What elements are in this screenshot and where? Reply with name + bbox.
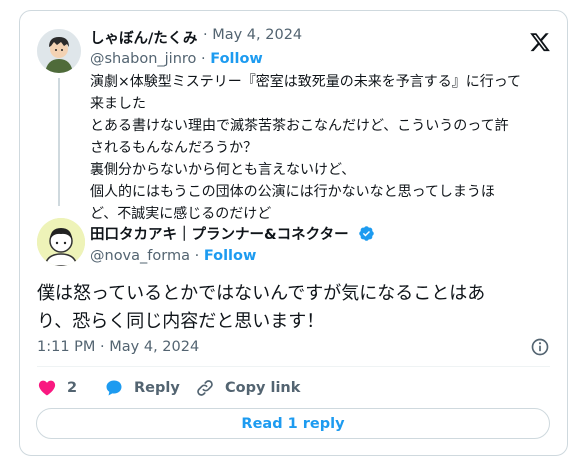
quoted-text-line: 演劇×体験型ミステリー『密室は致死量の未来を予言する』に行って	[90, 74, 522, 90]
quoted-text-line: ど、不誠実に感じるのだけど	[90, 206, 272, 222]
divider	[37, 366, 550, 367]
quoted-handle-row: @shabon_jinro · Follow	[90, 51, 263, 67]
reply-bubble-icon	[106, 380, 122, 396]
quoted-tweet-date[interactable]: · May 4, 2024	[203, 27, 302, 43]
reply-handle-row: @nova_forma · Follow	[90, 248, 256, 264]
verified-badge-icon	[358, 226, 374, 241]
reply-author-row: 田口タカアキ｜プランナー&コネクター	[90, 223, 375, 244]
quoted-text-line: とある書けない理由で滅茶苦茶おこなんだけど、こういうのって許	[90, 118, 509, 134]
avatar[interactable]	[37, 218, 85, 266]
quoted-author-name[interactable]: しゃぼん/たくみ	[90, 27, 197, 48]
reply-text-line: り、恐らく同じ内容だと思います！	[37, 311, 325, 332]
info-icon[interactable]	[530, 337, 550, 357]
quoted-text-line: されるもんなんだろうか？	[90, 140, 258, 156]
quoted-tweet-text: 演劇×体験型ミステリー『密室は致死量の未来を予言する』に行って 来ました とある…	[90, 71, 550, 225]
read-replies-label: Read 1 reply	[241, 415, 345, 432]
quoted-text-line: 来ました	[90, 96, 146, 112]
quoted-text-line: 裏側分からないから何とも言えないけど、	[90, 162, 356, 178]
separator-dot: ·	[194, 248, 200, 264]
quoted-handle[interactable]: @shabon_jinro	[90, 51, 196, 67]
tweet-timestamp[interactable]: 1:11 PM · May 4, 2024	[37, 339, 199, 355]
x-logo-icon[interactable]	[529, 31, 551, 53]
like-count: 2	[67, 380, 78, 396]
like-button[interactable]: 2	[37, 377, 77, 399]
read-replies-button[interactable]: Read 1 reply	[36, 408, 550, 439]
quoted-text-line: 個人的にはもうこの団体の公演には行かないなと思ってしまうほ	[90, 184, 495, 200]
thread-line	[58, 78, 60, 206]
copy-link-button[interactable]: Copy link	[195, 377, 300, 399]
reply-tweet-text: 僕は怒っているとかではないんですが気になることはあ り、恐らく同じ内容だと思いま…	[37, 280, 557, 336]
reply-text-line: 僕は怒っているとかではないんですが気になることはあ	[37, 283, 486, 304]
reply-button[interactable]: Reply	[104, 377, 180, 399]
reply-author-name[interactable]: 田口タカアキ｜プランナー&コネクター	[90, 227, 349, 243]
heart-icon	[38, 380, 56, 396]
separator-dot: ·	[201, 51, 206, 67]
follow-button[interactable]: Follow	[210, 51, 263, 67]
link-icon	[197, 380, 213, 396]
reply-label: Reply	[134, 380, 180, 396]
follow-button[interactable]: Follow	[204, 248, 257, 264]
reply-handle[interactable]: @nova_forma	[90, 248, 190, 264]
copy-link-label: Copy link	[225, 380, 301, 396]
avatar[interactable]	[37, 29, 81, 73]
